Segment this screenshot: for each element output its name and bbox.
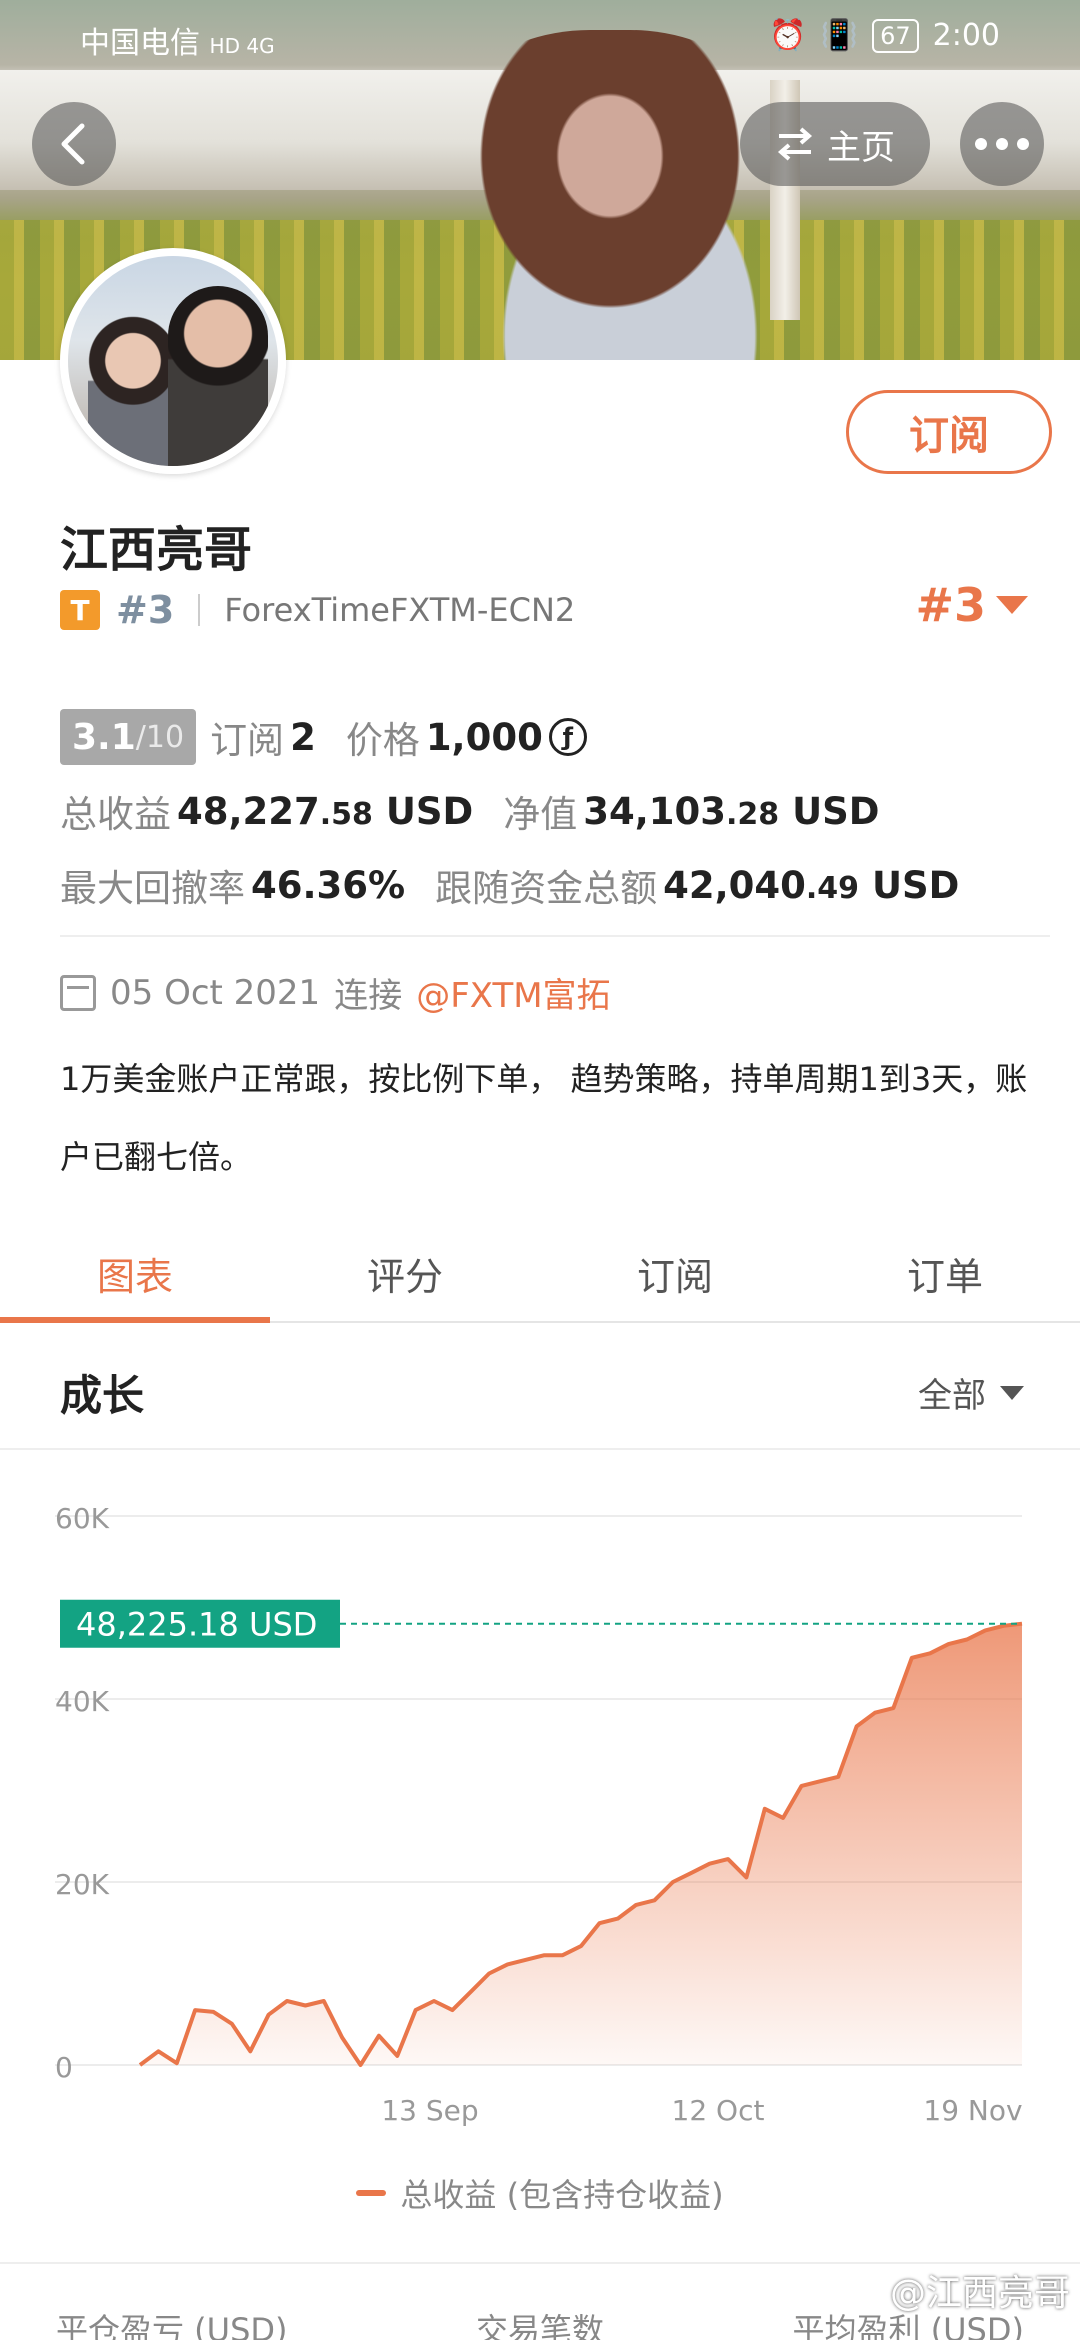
avatar[interactable] [60,248,286,474]
caret-down-icon [996,596,1028,614]
equity-label: 净值 [503,793,578,836]
growth-chart[interactable]: 60K 40K 20K 0 48,225.18 USD 13 Sep 12 Oct 19 No… [0,1460,1080,2240]
area-fill [140,1623,1022,2065]
follow-funds-label: 跟随资金总额 [435,867,658,910]
more-button[interactable] [960,102,1044,186]
legend-swatch [356,2190,387,2196]
x-tick-label: 19 Nov [923,2094,1022,2127]
strategy-description: 1万美金账户正常跟，按比例下单， 趋势策略，持单周期1到3天，账户已翻七倍。 [60,1060,1028,1176]
follow-funds-value: 42,040.49 USD [663,863,960,907]
calendar-icon [60,974,96,1011]
x-tick-label: 12 Oct [672,2094,765,2127]
divider [198,594,201,626]
profile-name: 江西亮哥 [60,522,253,578]
y-tick-label: 60K [55,1502,110,1535]
drawdown-value: 46.36% [251,863,406,907]
y-tick-label: 20K [55,1868,110,1901]
status-bar: 中国电信 HD 4G ⏰ 📳 67 2:00 [0,0,1080,70]
subscribe-count-label: 订阅 [210,719,285,762]
tab-orders[interactable]: 订单 [810,1225,1080,1321]
price-label: 价格 [345,719,420,762]
growth-filter[interactable]: 全部 [918,1368,1024,1417]
y-tick-label: 40K [55,1685,110,1718]
subscribe-button[interactable]: 订阅 [846,390,1052,474]
cover-person [410,30,810,360]
divider [0,1448,1080,1450]
rank-selector[interactable]: #3 [915,578,1028,632]
tab-bar: 图表 评分 订阅 订单 [0,1225,1080,1323]
divider [60,935,1050,937]
home-label: 主页 [827,127,895,168]
y-tick-label: 0 [55,2051,73,2084]
switch-arrows-icon [777,127,813,161]
network-indicator: HD 4G [209,34,275,58]
more-dots-icon [975,138,1029,150]
connection-text: 连接 [334,976,403,1016]
tab-rating[interactable]: 评分 [270,1225,540,1321]
rank-selector-label: #3 [915,578,986,632]
subscribe-count: 2 [290,715,316,759]
alarm-icon: ⏰ [769,18,807,53]
rank-number: #3 [116,588,175,632]
equity-value: 34,103.28 USD [583,789,880,833]
caret-down-icon [1000,1385,1024,1400]
broker-name: ForexTimeFXTM-ECN2 [224,591,576,629]
current-value-label: 48,225.18 USD [76,1606,317,1644]
level-badge: T [60,590,100,630]
score-denominator: /10 [135,719,185,755]
legend-label: 总收益 (包含持仓收益) [400,2176,724,2214]
total-profit-label: 总收益 [60,793,171,836]
connection-row: 05 Oct 2021 连接 @FXTM富拓 [60,968,611,1017]
vibrate-icon: 📳 [820,18,859,53]
price-value: 1,000 [425,715,543,759]
chart-legend: 总收益 (包含持仓收益) [0,2170,1080,2216]
clock: 2:00 [932,18,1000,53]
coin-icon: ƒ [548,718,587,756]
broker-link[interactable]: @FXTM富拓 [416,968,610,1017]
chevron-left-icon [61,123,85,165]
back-button[interactable] [32,102,116,186]
trade-count-label: 交易笔数 [475,2311,604,2340]
watermark: @江西亮哥 [889,2273,1070,2314]
tab-chart[interactable]: 图表 [0,1225,270,1323]
growth-title: 成长 [60,1371,145,1420]
growth-filter-label: 全部 [918,1376,986,1416]
home-button[interactable]: 主页 [740,102,930,186]
score-value: 3.1 [72,716,136,758]
score-badge: 3.1/10 [60,709,197,765]
carrier-name: 中国电信 [80,26,200,61]
drawdown-label: 最大回撤率 [60,867,245,910]
connection-date: 05 Oct 2021 [110,972,321,1013]
closed-pnl-label: 平仓盈亏 (USD) [56,2311,288,2340]
x-tick-label: 13 Sep [381,2094,478,2127]
stats-block: 3.1/10 订阅 2 价格 1,000 ƒ 总收益 48,227.58 USD… [60,700,959,922]
battery-indicator: 67 [872,18,919,53]
rank-row: T #3 ForexTimeFXTM-ECN2 [60,585,575,635]
total-profit-value: 48,227.58 USD [177,789,474,833]
tab-subscribe[interactable]: 订阅 [540,1225,810,1321]
